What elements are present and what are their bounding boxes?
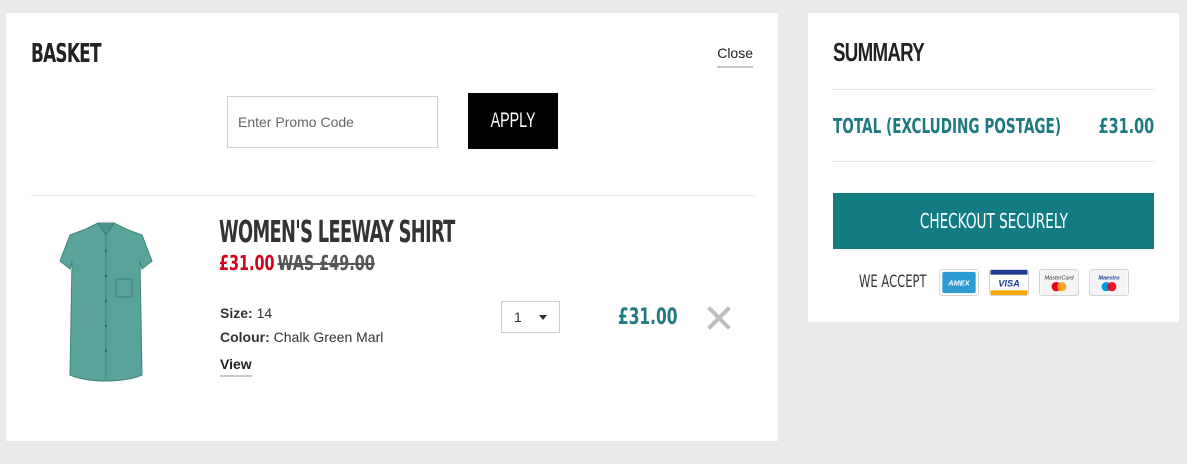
summary-title: SUMMARY	[833, 37, 925, 67]
size-attribute: Size: 14	[220, 305, 272, 321]
quantity-value: 1	[514, 309, 522, 325]
was-price: WAS £49.00	[277, 251, 375, 275]
total-label: TOTAL (EXCLUDING POSTAGE)	[833, 114, 1062, 138]
svg-text:MasterCard: MasterCard	[1045, 275, 1075, 281]
visa-icon: VISA	[989, 269, 1029, 296]
checkout-button[interactable]: CHECKOUT SECURELY	[833, 193, 1154, 249]
divider	[833, 89, 1154, 90]
total-value: £31.00	[1098, 114, 1154, 138]
we-accept-label: WE ACCEPT	[859, 272, 927, 292]
apply-promo-button[interactable]: APPLY	[468, 93, 558, 149]
view-product-link[interactable]: View	[220, 356, 252, 377]
size-label: Size:	[220, 305, 253, 321]
apply-button-label: APPLY	[490, 109, 536, 132]
close-link[interactable]: Close	[717, 45, 753, 68]
svg-text:VISA: VISA	[998, 279, 1020, 289]
product-image[interactable]	[56, 221, 156, 385]
promo-code-input[interactable]	[227, 96, 438, 148]
maestro-icon: Maestro	[1089, 269, 1129, 296]
svg-text:Maestro: Maestro	[1098, 275, 1120, 281]
price-row: £31.00 WAS £49.00	[219, 251, 375, 275]
size-value: 14	[256, 305, 273, 321]
sale-price: £31.00	[219, 251, 275, 275]
checkout-button-label: CHECKOUT SECURELY	[919, 209, 1068, 233]
summary-panel: SUMMARY TOTAL (EXCLUDING POSTAGE) £31.00…	[808, 13, 1179, 322]
colour-label: Colour:	[220, 329, 270, 345]
quantity-select[interactable]: 1	[501, 301, 560, 333]
colour-attribute: Colour: Chalk Green Marl	[220, 329, 383, 345]
divider	[31, 195, 754, 196]
basket-panel: BASKET Close APPLY WOMEN'S LEEWAY SHIRT …	[6, 13, 778, 441]
colour-value: Chalk Green Marl	[273, 329, 384, 345]
basket-title: BASKET	[31, 39, 101, 69]
product-name[interactable]: WOMEN'S LEEWAY SHIRT	[219, 215, 455, 250]
chevron-down-icon	[539, 315, 547, 320]
divider	[833, 161, 1154, 162]
mastercard-icon: MasterCard	[1039, 269, 1079, 296]
amex-icon: AMEX	[939, 269, 979, 296]
line-total: £31.00	[618, 305, 678, 330]
remove-item-icon[interactable]	[707, 306, 731, 330]
svg-text:AMEX: AMEX	[947, 279, 970, 288]
